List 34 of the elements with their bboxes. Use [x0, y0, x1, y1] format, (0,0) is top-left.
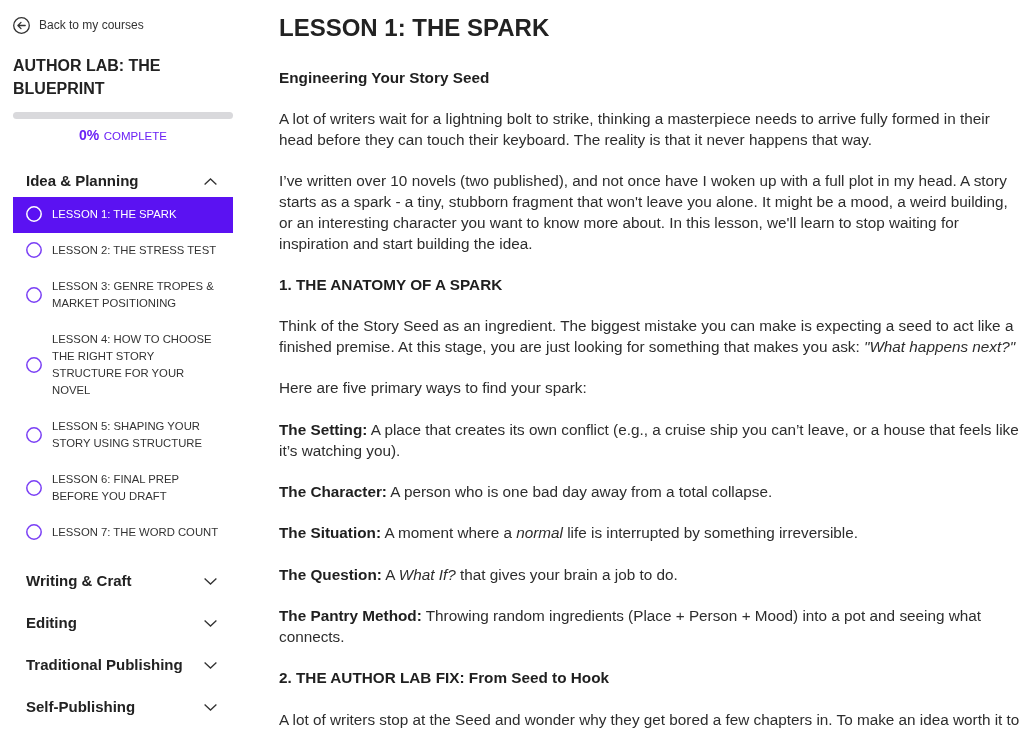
lesson-title: LESSON 1: THE SPARK	[279, 13, 551, 42]
paragraph: The Character: A person who is one bad day away from a total collapse.	[279, 481, 774, 502]
lesson-item[interactable]: LESSON 2: THE STRESS TEST	[13, 233, 233, 269]
lesson-item[interactable]: LESSON 6: FINAL PREP BEFORE YOU DRAFT	[13, 462, 233, 515]
section-header[interactable]: Editing	[13, 602, 233, 644]
section-header[interactable]: Writing & Craft	[13, 560, 233, 602]
lesson-item[interactable]: LESSON 3: GENRE TROPES & MARKET POSITIONING	[13, 269, 233, 322]
section-heading: 1. THE ANATOMY OF A SPARK	[279, 275, 504, 295]
chevron-down-icon	[204, 661, 217, 669]
lesson-item[interactable]: LESSON 1: THE SPARK	[13, 197, 233, 233]
section-heading: 2. THE AUTHOR LAB FIX: From Seed to Hook	[279, 668, 611, 689]
lesson-item[interactable]: LESSON 5: SHAPING YOUR STORY USING STRUCTURE	[13, 409, 233, 462]
paragraph: A lot of writers wait for a lightning bolt to strike, thinking a masterpiece needs to arrive fully formed in their head before they can touch their keyboard. The reality is that it never happens that way.	[279, 109, 991, 151]
paragraph: I’ve written over 10 novels (two published), and not once have I woken up with a full plot in my head. A story starts as a spark - a tiny, stubborn fragment that won't leave you alone. It might be a mood, a weird building, or an interesting character you want to know more about. In this lesson, we'll learn to stop waiting for inspiration and start building the idea.	[279, 171, 1009, 254]
paragraph: Here are five primary ways to find your spark:	[279, 378, 588, 399]
back-link[interactable]: Back to my courses	[13, 15, 233, 35]
paragraph: The Question: A What If? that gives your brain a job to do.	[279, 564, 679, 585]
section-header[interactable]: Traditional Publishing	[13, 644, 233, 686]
paragraph: Think of the Story Seed as an ingredient. The biggest mistake you can make is expecting a seed to act like a finished premise. At this stage, you are just looking for something that makes you ask: "What happens next?"	[279, 316, 1017, 358]
progress-percent: 0%	[79, 127, 100, 143]
progress-label: COMPLETE	[103, 130, 167, 142]
chevron-down-icon	[204, 577, 217, 585]
chevron-down-icon	[204, 619, 217, 627]
section-header[interactable]: Self-Publishing	[13, 686, 233, 728]
chevron-down-icon	[204, 703, 217, 711]
lesson-subheading: Engineering Your Story Seed	[279, 68, 491, 88]
chevron-up-icon	[204, 177, 217, 185]
paragraph: A lot of writers stop at the Seed and wonder why they get bored a few chapters in. To make an idea worth it to	[279, 709, 1021, 730]
lesson-item[interactable]: LESSON 7: THE WORD COUNT	[13, 515, 233, 551]
course-title: AUTHOR LAB: THE BLUEPRINT	[13, 55, 162, 99]
paragraph: The Pantry Method: Throwing random ingredients (Place + Person + Mood) into a pot and seeing what connects.	[279, 606, 982, 647]
paragraph: The Situation: A moment where a normal life is interrupted by something irreversible.	[279, 523, 859, 544]
lesson-item[interactable]: LESSON 4: HOW TO CHOOSE THE RIGHT STORY STRUCTURE FOR YOUR NOVEL	[13, 322, 233, 409]
paragraph: The Setting: A place that creates its own conflict (e.g., a cruise ship you can’t leave, or a house that feels like it’s watching you).	[279, 419, 1020, 461]
